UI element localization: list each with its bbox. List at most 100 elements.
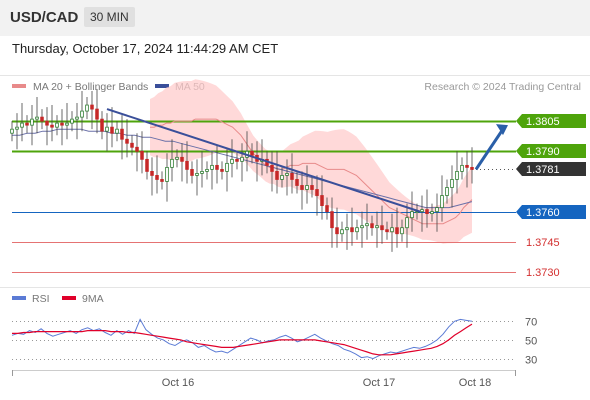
support-label: 1.3745: [526, 237, 560, 249]
candle: [100, 118, 104, 132]
candle: [315, 189, 319, 196]
candle: [330, 211, 334, 229]
candle: [90, 104, 94, 110]
time-axis-label: Oct 16: [162, 377, 194, 389]
candle: [300, 185, 304, 190]
candle: [290, 173, 294, 180]
candle: [270, 164, 274, 172]
forecast-arrowhead: [496, 124, 508, 136]
candle: [190, 168, 194, 176]
rsi-legend-swatch: [12, 296, 26, 300]
rsi-tick-label: 50: [525, 336, 537, 348]
candle: [170, 158, 174, 168]
candle: [325, 205, 329, 213]
candle: [335, 227, 339, 235]
candle: [45, 120, 49, 126]
candle: [60, 122, 64, 126]
candle: [465, 164, 469, 168]
candle: [395, 227, 399, 235]
rsi-ma-line: [12, 323, 473, 356]
candle: [75, 116, 79, 120]
rsi-tick-label: 70: [525, 317, 537, 329]
candle: [405, 217, 409, 229]
current-label: 1.3781: [526, 164, 560, 176]
candle: [280, 175, 284, 180]
candle: [370, 223, 374, 229]
candle: [470, 166, 474, 170]
time-axis-label: Oct 18: [459, 377, 491, 389]
candle: [145, 158, 149, 172]
candle: [455, 171, 459, 180]
candle: [205, 168, 209, 172]
candle: [30, 118, 34, 126]
candle: [355, 227, 359, 233]
candle: [440, 195, 444, 208]
ma20-legend-label: MA 20 + Bollinger Bands: [33, 81, 148, 93]
candle: [285, 173, 289, 176]
candle: [215, 164, 219, 170]
candle: [110, 126, 114, 134]
candle: [185, 160, 189, 170]
resistance-label: 1.3805: [526, 116, 560, 128]
candle: [175, 156, 179, 160]
candle: [180, 156, 184, 162]
candle: [385, 229, 389, 233]
candle: [165, 166, 169, 182]
candle: [115, 128, 119, 134]
candle: [435, 207, 439, 213]
candle: [310, 185, 314, 190]
candle: [140, 150, 144, 160]
candle: [380, 225, 384, 231]
candle: [20, 122, 24, 128]
candle: [10, 128, 14, 134]
candle: [340, 229, 344, 235]
pivot-label: 1.3760: [526, 207, 560, 219]
candle: [390, 227, 394, 233]
rsi-ma-legend-swatch: [62, 296, 76, 300]
candle: [155, 175, 159, 180]
candle: [275, 171, 279, 180]
candle: [350, 227, 354, 233]
candle: [210, 164, 214, 170]
price-chart: MA 20 + Bollinger BandsMA 50Research © 2…: [0, 75, 590, 389]
candle: [80, 110, 84, 118]
candle: [15, 126, 19, 130]
resistance-label: 1.3790: [526, 146, 560, 158]
candle: [320, 195, 324, 206]
candle: [105, 126, 109, 132]
candle: [85, 104, 89, 112]
candle: [230, 158, 234, 164]
candle: [40, 116, 44, 122]
bollinger-band: [150, 79, 472, 244]
candle: [420, 209, 424, 213]
time-axis-label: Oct 17: [363, 377, 395, 389]
ma20-legend-swatch: [12, 84, 26, 88]
candle: [450, 179, 454, 188]
candle: [400, 227, 404, 235]
candle: [410, 211, 414, 219]
candle: [70, 118, 74, 124]
forecast-arrow: [474, 128, 505, 171]
candle: [95, 108, 99, 120]
credit-label: Research © 2024 Trading Central: [424, 81, 581, 93]
candle: [35, 116, 39, 120]
candle: [125, 138, 129, 144]
candle: [445, 187, 449, 196]
rsi-legend-label: RSI: [32, 293, 50, 305]
candle: [25, 122, 29, 126]
candle: [150, 171, 154, 176]
candle: [305, 185, 309, 190]
candle: [250, 150, 254, 156]
candle: [200, 171, 204, 174]
candle: [65, 122, 69, 126]
support-label: 1.3730: [526, 267, 560, 279]
candle: [360, 225, 364, 229]
candle: [425, 209, 429, 215]
candle: [120, 128, 124, 140]
candle: [295, 179, 299, 186]
candle: [220, 168, 224, 172]
candle: [375, 225, 379, 229]
candle: [365, 223, 369, 227]
candle: [160, 179, 164, 182]
candle: [240, 156, 244, 162]
